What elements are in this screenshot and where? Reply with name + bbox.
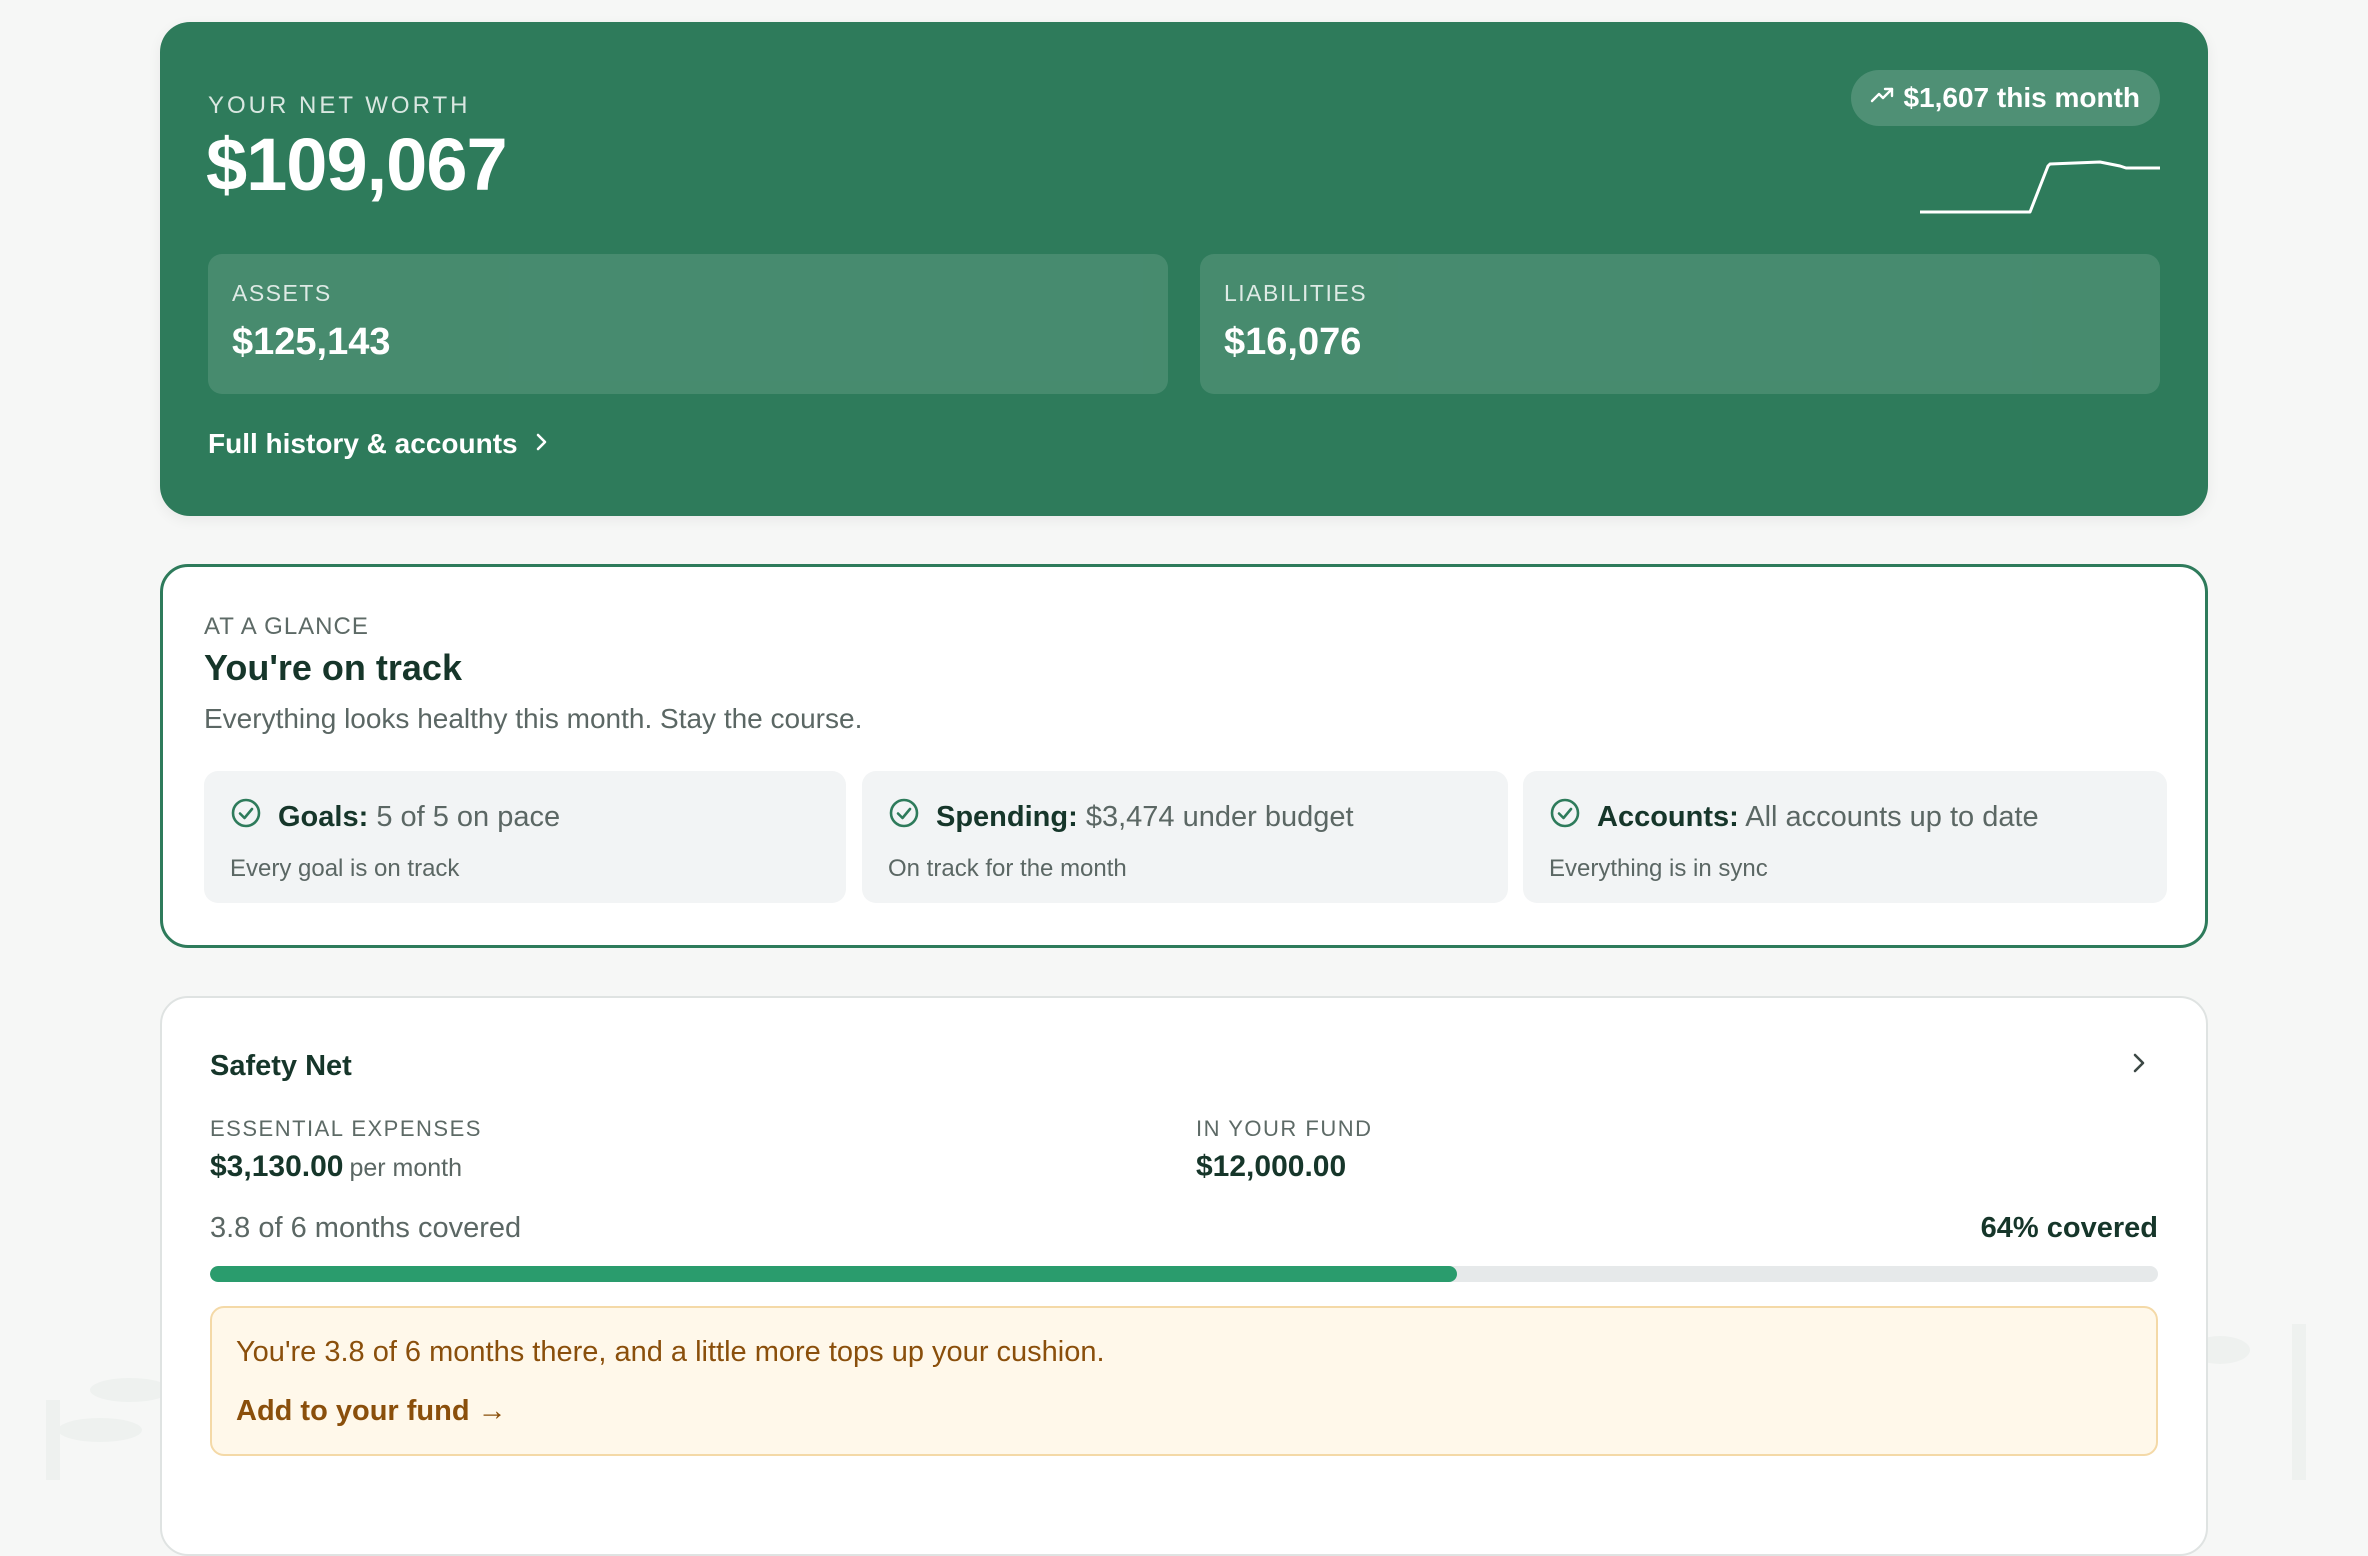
coverage-progress-fill — [210, 1266, 1457, 1282]
glance-item-value: 5 of 5 on pace — [376, 800, 561, 833]
essential-expenses-label: ESSENTIAL EXPENSES — [210, 1116, 482, 1141]
liabilities-label: LIABILITIES — [1224, 280, 1368, 306]
net-worth-amount: $109,067 — [206, 123, 508, 206]
fund-alert: You're 3.8 of 6 months there, and a litt… — [210, 1306, 2158, 1456]
glance-item-value: $3,474 under budget — [1085, 800, 1354, 833]
coverage-text: 3.8 of 6 months covered — [210, 1212, 522, 1244]
chevron-right-icon — [532, 428, 550, 460]
glance-item-note: Every goal is on track — [230, 855, 460, 882]
check-circle-icon — [888, 797, 920, 837]
glance-item-spending[interactable]: Spending: $3,474 under budget On track f… — [862, 771, 1508, 903]
net-worth-eyebrow: YOUR NET WORTH — [208, 92, 471, 119]
safety-net-title: Safety Net — [210, 1050, 352, 1082]
fund-label: IN YOUR FUND — [1196, 1116, 1373, 1141]
net-worth-card: YOUR NET WORTH $109,067 $1,607 this mont… — [160, 22, 2208, 516]
glance-item-value: All accounts up to date — [1745, 800, 2039, 833]
glance-item-label: Spending: — [936, 800, 1078, 833]
full-history-link[interactable]: Full history & accounts — [208, 428, 550, 460]
glance-item-accounts[interactable]: Accounts: All accounts up to date Everyt… — [1523, 771, 2167, 903]
add-to-fund-link[interactable]: Add to your fund → — [236, 1395, 2132, 1428]
glance-item-label: Accounts: — [1597, 800, 1739, 833]
check-circle-icon — [230, 797, 262, 837]
glance-title: You're on track — [204, 647, 462, 688]
glance-item-note: On track for the month — [888, 855, 1127, 882]
monthly-change-badge: $1,607 this month — [1851, 70, 2160, 126]
fund-value: $12,000.00 — [1196, 1150, 1347, 1183]
chevron-right-icon[interactable] — [2128, 1050, 2150, 1081]
decorative-plant-right — [2200, 1324, 2306, 1480]
fund-alert-message: You're 3.8 of 6 months there, and a litt… — [236, 1336, 1105, 1368]
assets-label: ASSETS — [232, 280, 332, 306]
net-worth-sparkline — [1920, 160, 2160, 214]
glance-subtitle: Everything looks healthy this month. Sta… — [204, 703, 863, 734]
safety-net-card: Safety Net ESSENTIAL EXPENSES $3,130.00 p… — [160, 996, 2208, 1556]
trending-up-icon — [1869, 82, 1895, 115]
assets-value: $125,143 — [232, 321, 391, 363]
coverage-progress-bar — [210, 1266, 2158, 1282]
essential-expenses-amount: $3,130.00 — [210, 1150, 344, 1183]
decorative-plant-left — [46, 1378, 170, 1480]
glance-eyebrow: AT A GLANCE — [204, 613, 369, 640]
glance-item-label: Goals: — [278, 800, 369, 833]
check-circle-icon — [1549, 797, 1581, 837]
assets-panel: ASSETS $125,143 — [208, 254, 1168, 394]
full-history-label: Full history & accounts — [208, 428, 518, 459]
glance-item-goals[interactable]: Goals: 5 of 5 on pace Every goal is on t… — [204, 771, 846, 903]
monthly-change-text: $1,607 this month — [1903, 82, 2140, 113]
glance-item-note: Everything is in sync — [1549, 855, 1768, 882]
liabilities-panel: LIABILITIES $16,076 — [1200, 254, 2160, 394]
coverage-percent: 64% covered — [1980, 1212, 2158, 1244]
essential-expenses-value: $3,130.00 per month — [210, 1150, 462, 1184]
at-a-glance-card: AT A GLANCE You're on track Everything l… — [160, 564, 2208, 948]
essential-expenses-unit: per month — [349, 1154, 463, 1182]
liabilities-value: $16,076 — [1224, 321, 1362, 363]
